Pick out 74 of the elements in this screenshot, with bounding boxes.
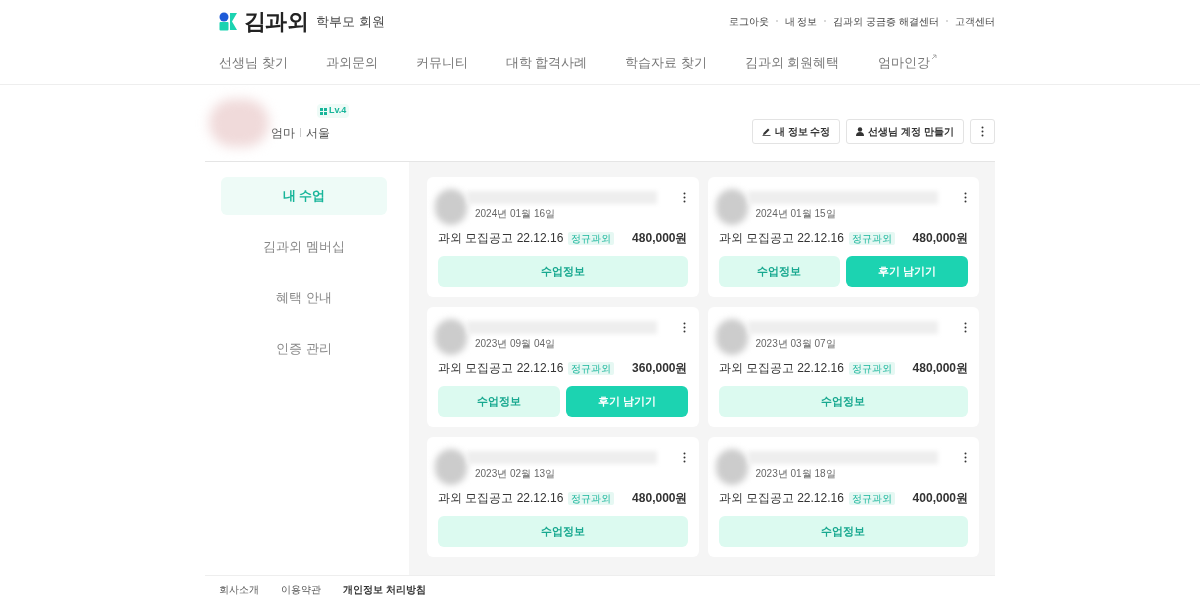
lesson-tag: 정규과외 [848, 491, 895, 505]
more-button[interactable] [970, 118, 995, 144]
external-link-icon [930, 54, 937, 61]
lesson-price: 480,000원 [632, 490, 688, 507]
post-title: 과외 모집공고 22.12.16 [718, 230, 844, 247]
profile-button[interactable]: 내 정보 수정 [751, 118, 841, 144]
lesson-tag: 정규과외 [568, 361, 615, 375]
nav-link[interactable]: 김과외 회원혜택 [744, 53, 840, 73]
more-icon [963, 451, 967, 463]
more-icon [683, 321, 686, 333]
pencil-icon [761, 126, 771, 136]
blurred-thumbnail [435, 189, 467, 225]
more-icon [683, 191, 686, 203]
lesson-info-button[interactable]: 수업정보 [438, 256, 688, 287]
footer-link[interactable]: 개인정보 처리방침 [343, 582, 426, 597]
lesson-tag: 정규과외 [568, 231, 615, 245]
more-icon [963, 191, 967, 203]
lesson-date: 2024년 01월 16일 [475, 207, 556, 221]
sidebar-item[interactable]: 김과외 멤버십 [221, 228, 387, 266]
footer-link[interactable]: 이용약관 [281, 582, 321, 597]
lesson-price: 480,000원 [632, 230, 688, 247]
sidebar-item[interactable]: 혜택 안내 [221, 279, 387, 317]
lesson-date: 2023년 01월 18일 [755, 467, 836, 481]
nav-link[interactable]: 선생님 찾기 [219, 53, 288, 73]
lesson-info-button[interactable]: 수업정보 [718, 256, 841, 287]
lesson-info-button[interactable]: 수업정보 [718, 516, 968, 547]
lesson-tag: 정규과외 [848, 231, 895, 245]
lesson-tag: 정규과외 [848, 361, 895, 375]
lesson-date: 2023년 02월 13일 [475, 467, 556, 481]
lesson-date: 2024년 01월 15일 [755, 207, 836, 221]
blurred-thumbnail [715, 449, 748, 485]
header-link[interactable]: 고객센터 [955, 13, 995, 29]
blurred-profile-photo [209, 99, 269, 147]
nav-link[interactable]: 대학 합격사례 [505, 53, 588, 73]
sidebar-item[interactable]: 내 수업 [221, 177, 387, 215]
lesson-info-button[interactable]: 수업정보 [718, 386, 968, 417]
blurred-thumbnail [715, 189, 748, 225]
lesson-price: 480,000원 [912, 230, 968, 247]
header-link[interactable]: 김과외 궁금증 해결센터 [833, 13, 939, 29]
post-title: 과외 모집공고 22.12.16 [718, 490, 844, 507]
lesson-info-button[interactable]: 수업정보 [438, 516, 688, 547]
more-icon [683, 451, 686, 463]
lesson-price: 480,000원 [912, 360, 968, 377]
blurred-thumbnail [435, 449, 467, 485]
nav-link[interactable]: 과외문의 [325, 53, 378, 73]
nav-link[interactable]: 엄마인강 [877, 53, 937, 73]
footer-link[interactable]: 회사소개 [219, 582, 259, 597]
post-title: 과외 모집공고 22.12.16 [438, 230, 564, 247]
role-text: 엄마 [271, 124, 295, 142]
lesson-price: 400,000원 [912, 490, 968, 507]
more-icon [963, 321, 967, 333]
lesson-price: 360,000원 [632, 360, 688, 377]
header-link[interactable]: 로그아웃 [728, 13, 769, 29]
blurred-thumbnail [715, 319, 748, 355]
logo-text[interactable]: 김과외 [244, 4, 309, 38]
blurred-thumbnail [435, 319, 467, 355]
header-link[interactable]: 내 정보 [784, 13, 818, 29]
post-title: 과외 모집공고 22.12.16 [718, 360, 844, 377]
lesson-date: 2023년 09월 04일 [475, 337, 556, 351]
lesson-date: 2023년 03월 07일 [755, 337, 836, 351]
person-icon [856, 126, 865, 136]
member-type: 학부모 회원 [316, 13, 385, 32]
post-title: 과외 모집공고 22.12.16 [438, 490, 564, 507]
level-badge: Lv.4 [317, 104, 350, 118]
lesson-info-button[interactable]: 수업정보 [438, 386, 560, 417]
nav-link[interactable]: 학습자료 찾기 [625, 53, 707, 73]
more-icon [981, 125, 984, 137]
nav-link[interactable]: 커뮤니티 [415, 53, 468, 73]
post-title: 과외 모집공고 22.12.16 [438, 360, 564, 377]
lesson-tag: 정규과외 [568, 491, 615, 505]
logo-icon [219, 11, 238, 31]
sidebar-item[interactable]: 인증 관리 [221, 330, 387, 368]
region-text: 서울 [306, 124, 330, 142]
profile-button[interactable]: 선생님 계정 만들기 [846, 118, 964, 144]
